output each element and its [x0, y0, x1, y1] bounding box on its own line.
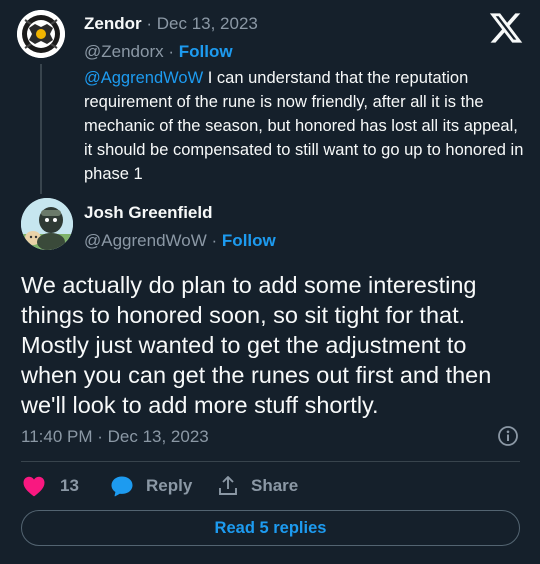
tweet-timestamp[interactable]: 11:40 PM · Dec 13, 2023 — [21, 427, 209, 447]
share-button[interactable]: Share — [217, 474, 298, 498]
parent-tweet-header: Zendor · Dec 13, 2023 — [84, 14, 258, 34]
main-author-name[interactable]: Josh Greenfield — [84, 203, 212, 223]
info-icon[interactable] — [496, 424, 520, 448]
parent-author-name[interactable]: Zendor — [84, 14, 142, 33]
like-count: 13 — [60, 476, 79, 495]
josh-avatar[interactable] — [21, 198, 73, 250]
x-logo-icon[interactable] — [488, 10, 524, 46]
parent-tweet-date[interactable]: Dec 13, 2023 — [157, 14, 258, 33]
parent-handle-row: @Zendorx · Follow — [84, 42, 233, 62]
follow-separator: · — [211, 231, 218, 250]
share-icon — [219, 476, 237, 495]
header-separator: · — [146, 14, 153, 33]
reply-button[interactable]: Reply — [110, 474, 192, 498]
follow-separator: · — [168, 42, 175, 61]
mention-link[interactable]: @AggrendWoW — [84, 69, 203, 87]
share-label: Share — [251, 476, 299, 495]
parent-tweet-text: @AggrendWoW I can understand that the re… — [84, 66, 524, 186]
main-handle-row: @AggrendWoW · Follow — [84, 231, 276, 251]
reply-bubble-icon — [111, 476, 133, 497]
follow-parent-button[interactable]: Follow — [179, 42, 233, 61]
reply-label: Reply — [146, 476, 193, 495]
follow-main-button[interactable]: Follow — [222, 231, 276, 250]
thread-connector-line — [40, 64, 42, 194]
main-tweet-text: We actually do plan to add some interest… — [21, 272, 492, 418]
zendor-avatar[interactable] — [17, 10, 65, 58]
heart-icon — [23, 476, 45, 497]
like-button[interactable]: 13 — [22, 474, 79, 498]
main-author-handle[interactable]: @AggrendWoW — [84, 231, 207, 250]
read-replies-button[interactable]: Read 5 replies — [21, 510, 520, 546]
parent-author-handle[interactable]: @Zendorx — [84, 42, 164, 61]
divider — [21, 461, 520, 462]
